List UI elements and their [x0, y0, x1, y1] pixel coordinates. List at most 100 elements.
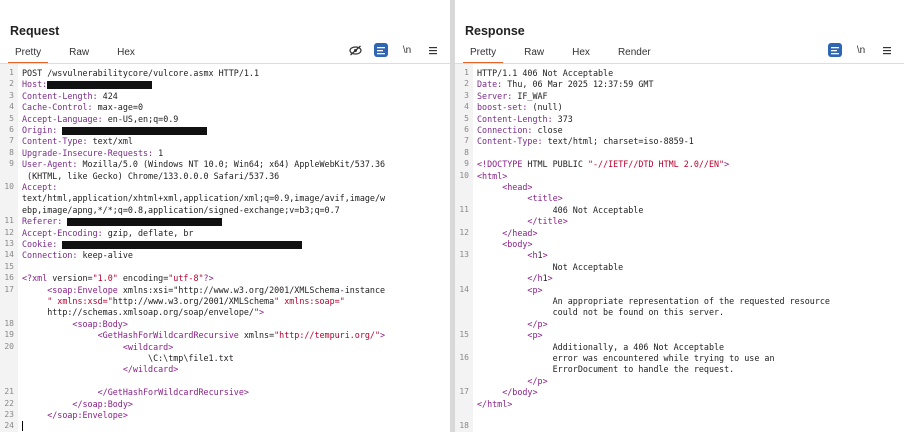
line-number: 5 [9, 113, 14, 123]
line-text: Cookie: [22, 239, 303, 249]
line-text: <head> [502, 182, 533, 192]
line-text: </h1> [527, 273, 553, 284]
response-pane: Response Pretty Raw Hex Render \n 1 HTTP/… [455, 0, 904, 432]
line-number: 7 [9, 136, 14, 146]
line-number: 16 [4, 273, 14, 283]
line-number: 15 [459, 330, 469, 340]
request-tab-raw[interactable]: Raw [62, 44, 96, 62]
line-text: Referer: [22, 216, 223, 226]
format-lines-icon [831, 46, 839, 54]
request-editor[interactable]: 1 POST /wsvulnerabilitycore/vulcore.asmx … [0, 64, 450, 432]
response-toolbar: \n [828, 43, 894, 57]
line-text: <h1> [527, 250, 548, 261]
line-text: " xmlns:xsd="http://www.w3.org/2001/XMLS… [47, 296, 345, 306]
response-title: Response [465, 24, 525, 38]
line-number: 2 [464, 79, 469, 89]
format-button[interactable] [374, 43, 388, 57]
response-tab-raw[interactable]: Raw [517, 44, 551, 62]
line-text: </soap:Body> [72, 398, 133, 409]
line-text: Date: Thu, 06 Mar 2025 12:37:59 GMT [477, 79, 654, 90]
line-number: 1 [464, 68, 469, 77]
line-number: 16 [459, 353, 469, 362]
line-number: 10 [459, 170, 469, 180]
line-text: could not be found on this server. [477, 307, 725, 318]
line-text: </body> [502, 387, 538, 398]
line-number: 3 [464, 90, 469, 100]
line-number: 6 [9, 125, 14, 134]
line-text: </wildcard> [122, 364, 179, 375]
response-editor[interactable]: 1 HTTP/1.1 406 Not Acceptable 2 Date: Thu, … [455, 64, 904, 432]
newline-toggle-button[interactable]: \n [400, 43, 414, 57]
line-text: Accept: [22, 182, 58, 192]
line-text: </head> [502, 227, 538, 238]
response-format-button[interactable] [828, 43, 842, 57]
line-number: 17 [459, 387, 469, 397]
line-number: 9 [464, 159, 469, 169]
line-number: 2 [9, 79, 14, 89]
line-text: <html> [477, 170, 508, 181]
request-tab-hex[interactable]: Hex [110, 44, 142, 62]
line-number: 7 [464, 136, 469, 146]
line-text: text/html,application/xhtml+xml,applicat… [22, 193, 386, 204]
line-number: 18 [4, 318, 14, 328]
line-number: 21 [4, 387, 14, 397]
line-text: HTTP/1.1 406 Not Acceptable [477, 68, 614, 78]
line-number: 1 [9, 68, 14, 77]
response-newline-toggle-button[interactable]: \n [854, 43, 868, 57]
line-text: Content-Length: 424 [22, 90, 118, 101]
line-text: Cache-Control: max-age=0 [22, 102, 144, 113]
line-text: (KHTML, like Gecko) Chrome/133.0.0.0 Saf… [22, 170, 280, 181]
line-text: Connection: close [477, 125, 563, 135]
line-text: </p> [527, 318, 548, 329]
request-title: Request [10, 24, 60, 38]
line-text: <title> [527, 193, 563, 204]
hide-nonprintable-button[interactable] [348, 43, 362, 57]
line-number: 15 [4, 261, 14, 271]
line-text: </html> [477, 398, 513, 409]
line-text: Connection: keep-alive [22, 250, 133, 261]
line-number: 17 [4, 284, 14, 294]
response-tabs: Pretty Raw Hex Render [463, 44, 672, 64]
line-text: </soap:Envelope> [47, 410, 128, 420]
line-text: </title> [527, 216, 568, 227]
line-number: 19 [4, 330, 14, 340]
response-menu-button[interactable] [880, 43, 894, 57]
line-number: 12 [459, 227, 469, 237]
line-number: 10 [4, 182, 14, 191]
line-text: <soap:Body> [72, 318, 128, 329]
eye-slash-icon [348, 45, 362, 55]
line-text: \C:\tmp\file1.txt [22, 353, 234, 363]
response-tab-hex[interactable]: Hex [565, 44, 597, 62]
request-tab-pretty[interactable]: Pretty [8, 44, 49, 64]
line-text: Accept-Language: en-US,en;q=0.9 [22, 113, 179, 124]
line-text: An appropriate representation of the req… [477, 296, 830, 306]
response-tab-pretty[interactable]: Pretty [463, 44, 504, 64]
line-text: Host: [22, 79, 153, 89]
line-text: 406 Not Acceptable [477, 204, 644, 215]
line-text: <?xml version="1.0" encoding="utf-8"?> [22, 273, 214, 284]
line-text: Upgrade-Insecure-Requests: 1 [22, 147, 164, 158]
line-number: 14 [4, 250, 14, 260]
line-number: 3 [9, 90, 14, 100]
line-number: 11 [459, 204, 469, 214]
line-text: Content-Type: text/xml [22, 136, 133, 147]
line-text: ErrorDocument to handle the request. [477, 364, 735, 375]
line-text: boost-set: (null) [477, 102, 563, 113]
line-text: http://schemas.xmlsoap.org/soap/envelope… [22, 307, 265, 318]
line-text: </p> [527, 375, 548, 386]
line-text: <soap:Envelope xmlns:xsi="http://www.w3.… [47, 284, 386, 295]
line-number: 20 [4, 341, 14, 351]
response-tab-render[interactable]: Render [611, 44, 658, 62]
line-number: 5 [464, 113, 469, 123]
line-number: 4 [9, 102, 14, 112]
line-number: 22 [4, 398, 14, 408]
line-text: <GetHashForWildcardRecursive xmlns="http… [97, 330, 386, 341]
line-number: 13 [4, 239, 14, 248]
text-caret [22, 421, 23, 432]
line-text: ebp,image/apng,*/*;q=0.8,application/sig… [22, 204, 340, 215]
line-number: 8 [9, 147, 14, 157]
line-number: 24 [4, 421, 14, 431]
format-lines-icon [377, 46, 385, 54]
line-text: Not Acceptable [477, 261, 624, 272]
request-menu-button[interactable] [426, 43, 440, 57]
